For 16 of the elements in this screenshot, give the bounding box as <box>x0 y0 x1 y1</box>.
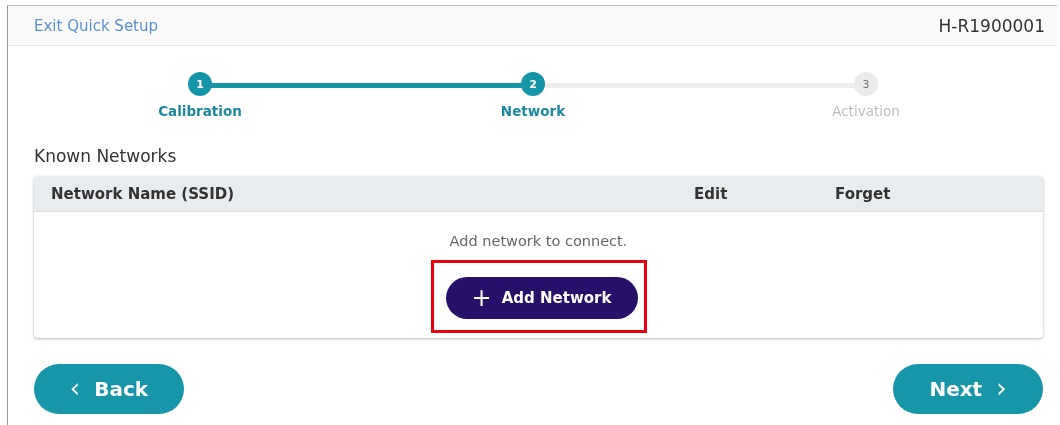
add-network-button[interactable]: + Add Network <box>445 277 638 319</box>
step-label: Calibration <box>158 103 242 119</box>
step-circle: 2 <box>521 72 545 96</box>
empty-message: Add network to connect. <box>449 233 628 249</box>
column-header: Forget <box>835 184 891 203</box>
step-label: Network <box>500 103 566 119</box>
next-button[interactable]: Next › <box>893 364 1043 414</box>
back-button[interactable]: ‹ Back <box>34 364 184 414</box>
section-title: Known Networks <box>34 146 178 168</box>
column-header: Edit <box>694 184 729 203</box>
step-circle: 3 <box>854 72 878 96</box>
column-header: Network Name (SSID) <box>51 184 236 203</box>
device-id: H-R1900001 <box>938 15 1045 36</box>
exit-link[interactable]: Exit Quick Setup <box>34 16 158 35</box>
step-label: Activation <box>832 103 900 119</box>
step-circle: 1 <box>188 72 212 96</box>
